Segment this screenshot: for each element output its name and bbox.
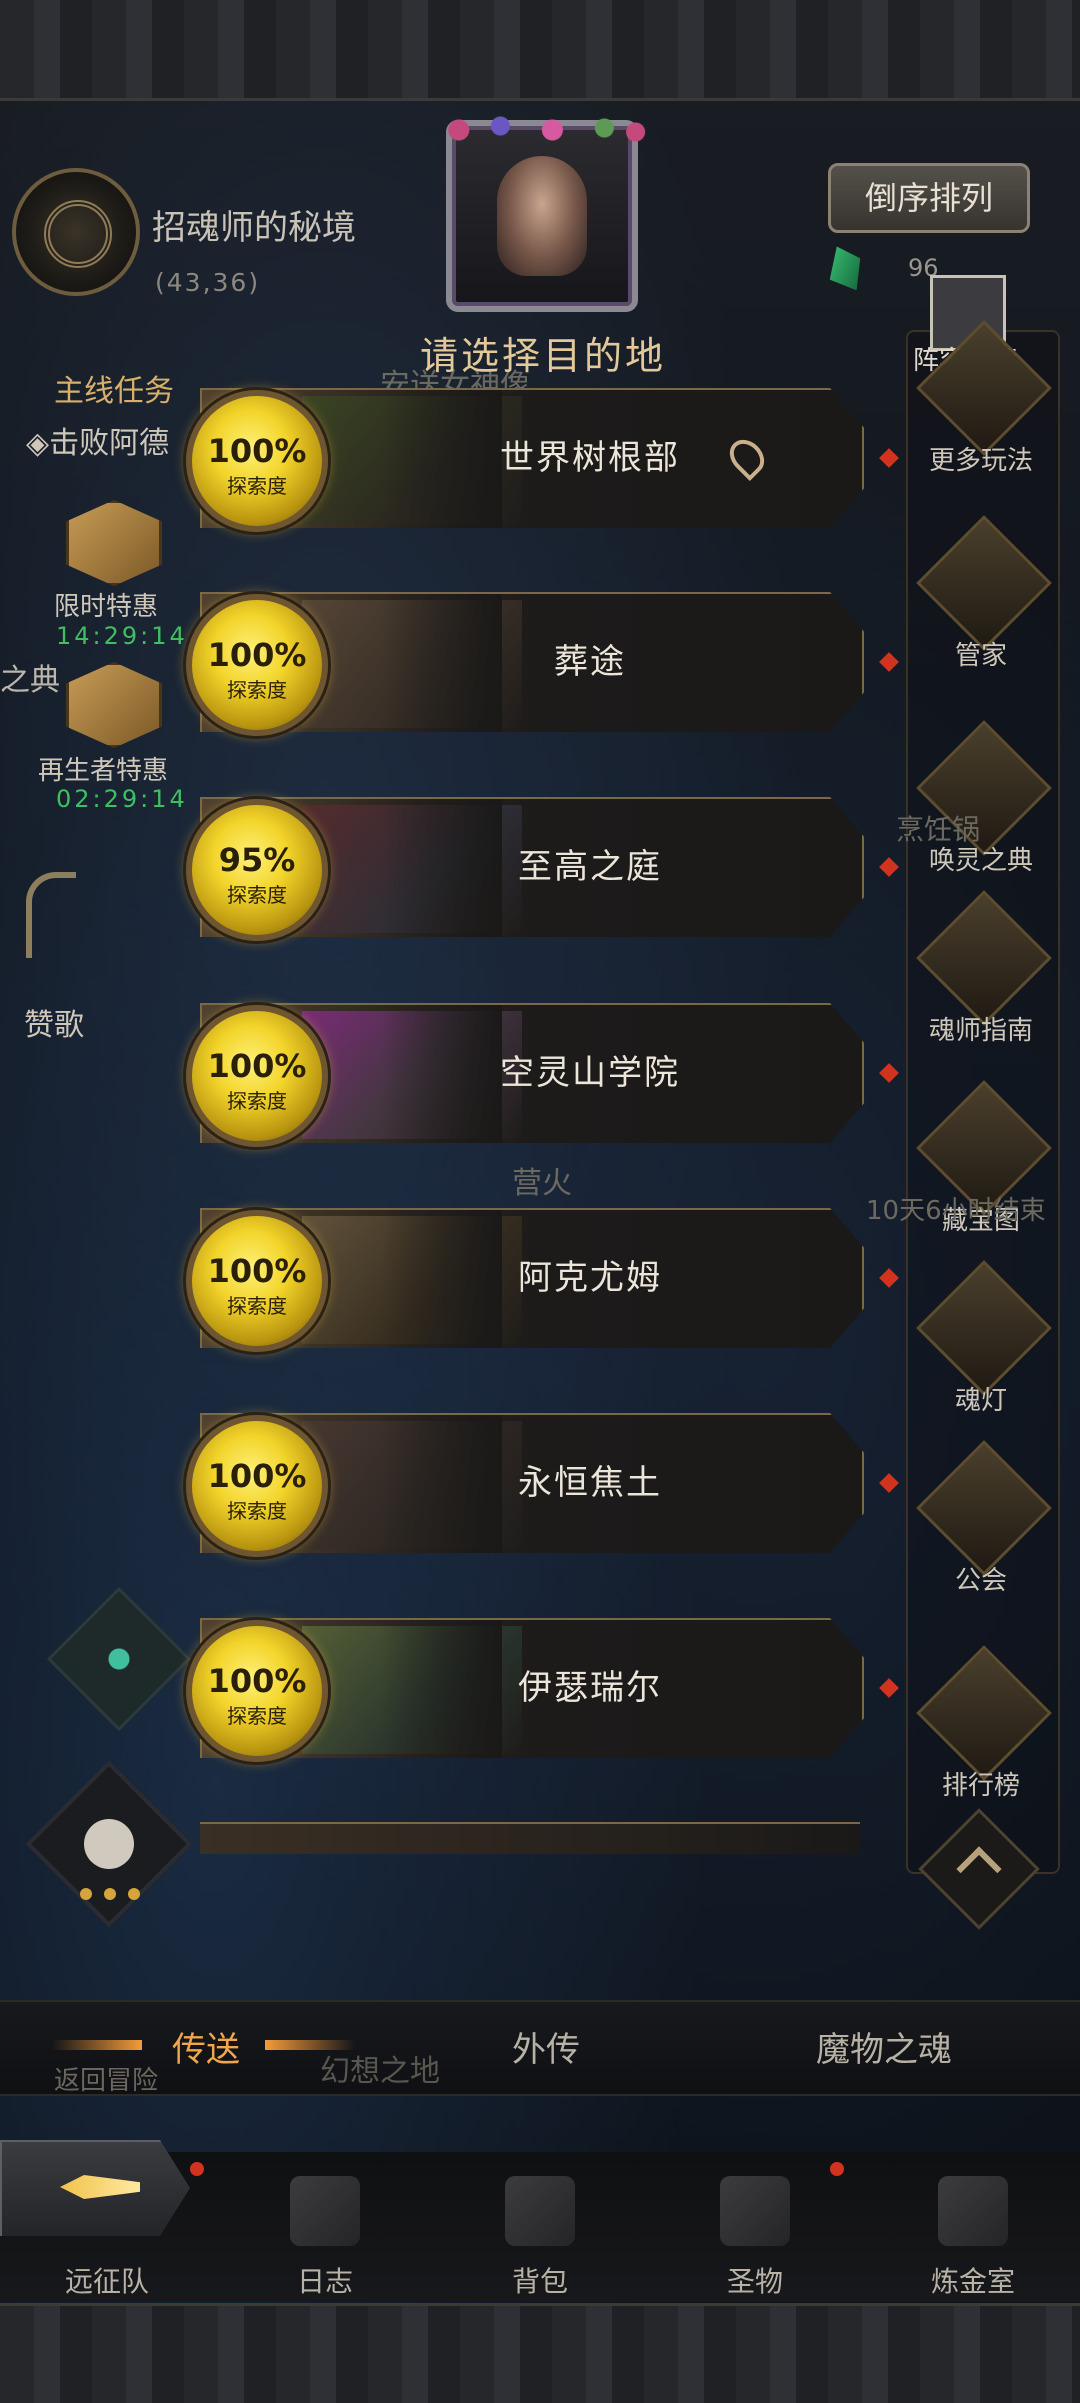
nav-backpack[interactable]: 背包 xyxy=(465,2160,615,2300)
nav-alchemy[interactable]: 炼金室 xyxy=(898,2160,1048,2300)
map-coordinates: (43,36) xyxy=(155,268,261,297)
chevron-up-icon xyxy=(956,1846,1002,1892)
top-stone-frame xyxy=(0,0,1080,101)
exploration-label: 探索度 xyxy=(227,1089,287,1113)
more-modes-label: 更多玩法 xyxy=(928,446,1033,476)
limited-offer-timer: 14:29:14 xyxy=(56,622,188,650)
anthem-label[interactable]: 赞歌 xyxy=(24,1000,84,1044)
main-quest-text[interactable]: ◈击败阿德 xyxy=(26,418,169,462)
flower-frame-icon xyxy=(438,110,646,150)
destination-item[interactable]: 葬途 100% 探索度 xyxy=(186,592,899,736)
active-tab-glow-right xyxy=(265,2040,355,2050)
harp-icon[interactable] xyxy=(26,872,76,958)
exploration-badge: 100% 探索度 xyxy=(186,1415,328,1557)
summoner-portrait[interactable] xyxy=(438,110,646,312)
nav-expedition[interactable]: 远征队 xyxy=(32,2160,182,2300)
background-campfire-label: 营火 xyxy=(512,1166,572,1201)
nav-journal[interactable]: 日志 xyxy=(250,2160,400,2300)
exploration-badge: 95% 探索度 xyxy=(186,799,328,941)
relic-icon xyxy=(720,2176,790,2246)
alchemy-icon xyxy=(938,2176,1008,2246)
exploration-percent: 100% xyxy=(207,432,307,470)
exploration-label: 探索度 xyxy=(227,1499,287,1523)
background-return-label: 返回冒险 xyxy=(54,2066,159,2096)
map-name: 招魂师的秘境 xyxy=(152,208,356,248)
nav-relic-label: 圣物 xyxy=(726,2265,783,2298)
destination-item[interactable]: 伊瑟瑞尔 100% 探索度 xyxy=(186,1618,899,1762)
destination-item[interactable]: 永恒焦土 100% 探索度 xyxy=(186,1413,899,1557)
background-event-timer: 10天6小时结束 xyxy=(866,1196,1046,1226)
tab-side-story[interactable]: 外传 xyxy=(512,2022,580,2071)
exploration-label: 探索度 xyxy=(227,474,287,498)
reborn-offer-timer: 02:29:14 xyxy=(56,785,188,813)
main-quest-title[interactable]: 主线任务 xyxy=(54,366,174,410)
active-tab-glow-left xyxy=(52,2040,142,2050)
steward-label: 管家 xyxy=(954,641,1007,671)
background-fantasy-label: 幻想之地 xyxy=(320,2054,440,2089)
page-dot xyxy=(104,1888,116,1900)
destination-item[interactable]: 世界树根部 100% 探索度 xyxy=(186,388,899,532)
avatar xyxy=(497,156,587,276)
destination-item[interactable]: 空灵山学院 100% 探索度 xyxy=(186,1003,899,1147)
nav-expedition-label: 远征队 xyxy=(64,2265,149,2298)
exploration-badge: 100% 探索度 xyxy=(186,594,328,736)
exploration-percent: 100% xyxy=(207,1252,307,1290)
page-dot xyxy=(128,1888,140,1900)
exploration-badge: 100% 探索度 xyxy=(186,1210,328,1352)
exploration-label: 探索度 xyxy=(227,1294,287,1318)
exploration-badge: 100% 探索度 xyxy=(186,390,328,532)
limited-offer-label[interactable]: 限时特惠 xyxy=(54,586,158,623)
nav-relic[interactable]: 圣物 xyxy=(680,2160,830,2300)
notification-dot xyxy=(190,2162,204,2176)
backpack-icon xyxy=(505,2176,575,2246)
codex-partial-label: 之典 xyxy=(0,663,60,698)
tab-monster-soul[interactable]: 魔物之魂 xyxy=(816,2022,952,2071)
exploration-label: 探索度 xyxy=(227,1704,287,1728)
exploration-label: 探索度 xyxy=(227,678,287,702)
exploration-percent: 100% xyxy=(207,1457,307,1495)
exploration-percent: 95% xyxy=(218,841,296,879)
notification-dot xyxy=(830,2162,844,2176)
bottom-stone-frame xyxy=(0,2303,1080,2403)
exploration-percent: 100% xyxy=(207,636,307,674)
background-cooking-label: 烹饪锅 xyxy=(896,813,981,846)
guild-label: 公会 xyxy=(954,1566,1007,1596)
destination-item[interactable]: 阿克尤姆 100% 探索度 xyxy=(186,1208,899,1352)
nav-alchemy-label: 炼金室 xyxy=(930,2265,1015,2298)
exploration-percent: 100% xyxy=(207,1047,307,1085)
reborn-offer-label[interactable]: 再生者特惠 xyxy=(38,750,168,787)
soul-lamp-label: 魂灯 xyxy=(954,1386,1007,1416)
exploration-label: 探索度 xyxy=(227,883,287,907)
exploration-percent: 100% xyxy=(207,1662,307,1700)
guide-label: 魂师指南 xyxy=(928,1016,1033,1046)
destination-item[interactable]: 至高之庭 95% 探索度 xyxy=(186,797,899,941)
reverse-sort-button[interactable]: 倒序排列 xyxy=(828,163,1030,233)
tab-teleport[interactable]: 传送 xyxy=(172,2022,240,2071)
dialog-title: 请选择目的地 xyxy=(420,334,667,378)
exploration-badge: 100% 探索度 xyxy=(186,1005,328,1147)
page-dot xyxy=(80,1888,92,1900)
exploration-badge: 100% 探索度 xyxy=(186,1620,328,1762)
nav-backpack-label: 背包 xyxy=(511,2265,568,2298)
nav-journal-label: 日志 xyxy=(296,2265,353,2298)
leaderboard-label: 排行榜 xyxy=(941,1771,1020,1801)
journal-icon xyxy=(290,2176,360,2246)
destination-item-partial[interactable] xyxy=(200,1822,860,1854)
map-emblem-icon[interactable] xyxy=(12,168,140,296)
